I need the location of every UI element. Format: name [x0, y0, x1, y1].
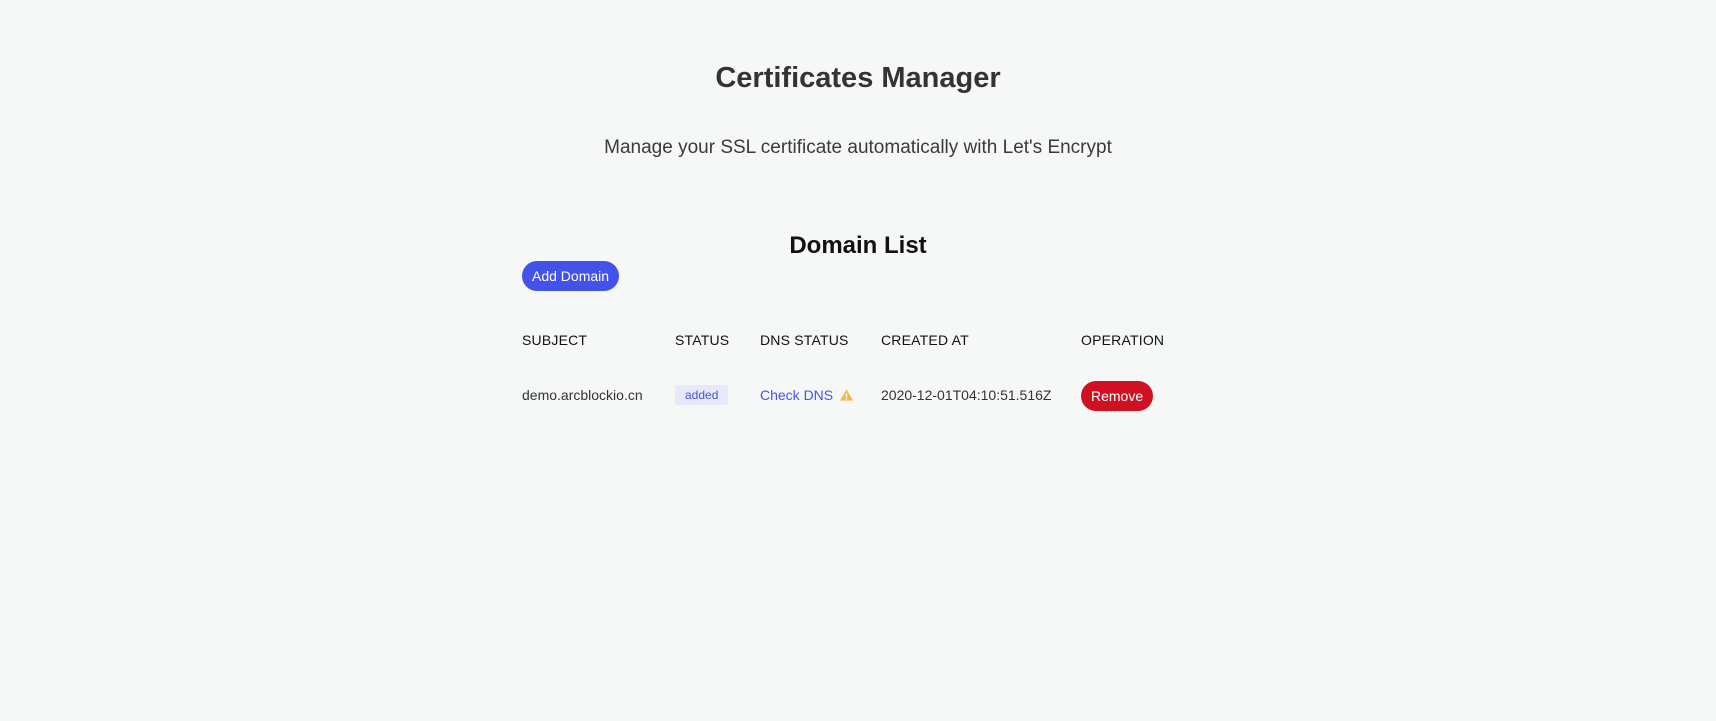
check-dns-link[interactable]: Check DNS	[760, 385, 854, 405]
column-header-operation: OPERATION	[1081, 332, 1165, 348]
check-dns-label: Check DNS	[760, 387, 834, 403]
page-title: Certificates Manager	[715, 62, 1001, 94]
column-header-status: STATUS	[675, 332, 730, 348]
created-at-cell: 2020-12-01T04:10:51.516Z	[881, 387, 1052, 403]
column-header-created-at: CREATED AT	[881, 332, 969, 348]
column-header-dns-status: DNS STATUS	[760, 332, 849, 348]
page-subtitle: Manage your SSL certificate automaticall…	[604, 137, 1112, 158]
warning-icon	[840, 389, 854, 401]
domain-list-title: Domain List	[789, 232, 927, 259]
subject-cell: demo.arcblockio.cn	[522, 387, 643, 403]
add-domain-button[interactable]: Add Domain	[522, 261, 620, 291]
column-header-subject: SUBJECT	[522, 332, 588, 348]
status-badge: added	[675, 385, 729, 405]
remove-button[interactable]: Remove	[1081, 381, 1154, 411]
